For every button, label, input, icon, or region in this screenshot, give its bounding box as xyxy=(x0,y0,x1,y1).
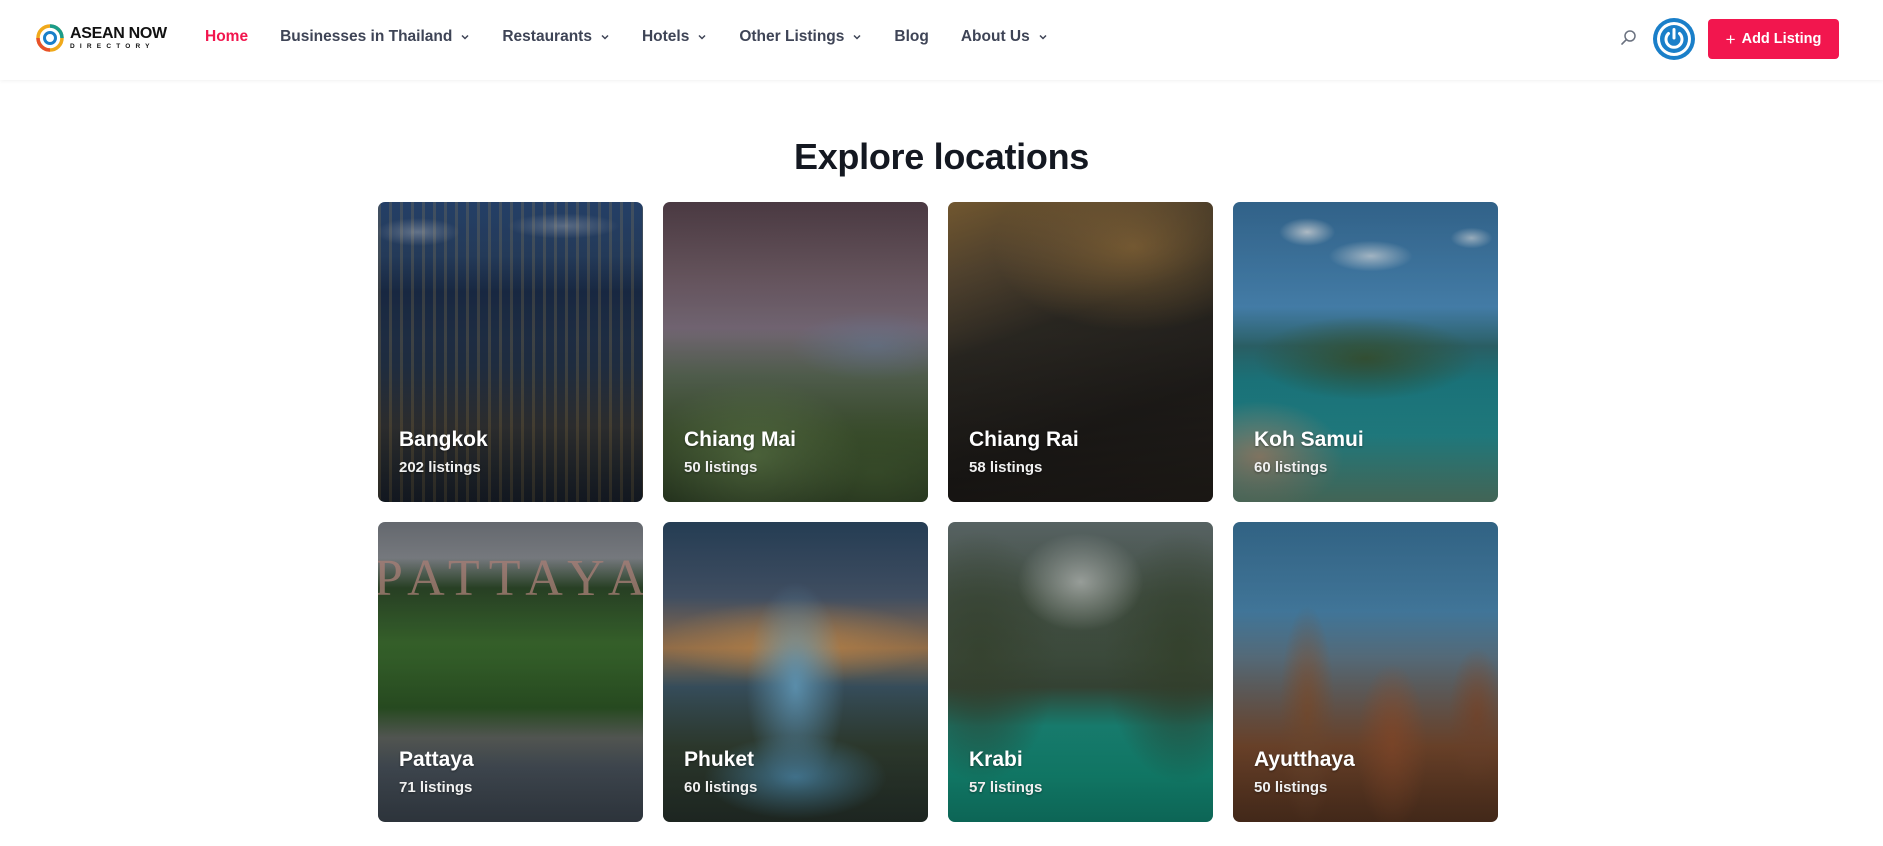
location-count: 60 listings xyxy=(684,779,758,796)
location-card-ayutthaya[interactable]: Ayutthaya 50 listings xyxy=(1233,522,1498,822)
image-overlay xyxy=(1233,522,1498,822)
nav-item-label: Home xyxy=(205,28,249,45)
site-logo[interactable]: ASEAN NOW DIRECTORY xyxy=(36,24,167,52)
location-card-krabi[interactable]: Krabi 57 listings xyxy=(948,522,1213,822)
nav-item-label: Other Listings xyxy=(739,28,845,45)
location-count: 50 listings xyxy=(684,459,758,476)
search-icon[interactable] xyxy=(1619,28,1639,48)
location-name: Krabi xyxy=(969,748,1023,771)
location-name: Koh Samui xyxy=(1254,428,1364,451)
image-overlay xyxy=(378,522,643,822)
image-overlay xyxy=(663,522,928,822)
location-name: Chiang Rai xyxy=(969,428,1079,451)
location-card-pattaya[interactable]: PATTAYA Pattaya 71 listings xyxy=(378,522,643,822)
nav-item-hotels[interactable]: Hotels xyxy=(642,28,707,46)
plus-icon: + xyxy=(1725,29,1736,49)
location-name: Pattaya xyxy=(399,748,474,771)
image-overlay xyxy=(1233,202,1498,502)
logo-swirl-icon xyxy=(36,24,64,52)
user-avatar[interactable] xyxy=(1653,18,1695,60)
location-count: 202 listings xyxy=(399,459,481,476)
location-name: Chiang Mai xyxy=(684,428,797,451)
location-count: 71 listings xyxy=(399,779,473,796)
chevron-down-icon xyxy=(1039,34,1047,40)
location-card-chiang-rai[interactable]: Chiang Rai 58 listings xyxy=(948,202,1213,502)
nav-item-label: About Us xyxy=(960,28,1030,45)
nav-item-about-us[interactable]: About Us xyxy=(961,28,1048,46)
nav-item-blog[interactable]: Blog xyxy=(894,28,928,46)
location-name: Bangkok xyxy=(399,428,488,451)
location-count: 57 listings xyxy=(969,779,1043,796)
location-name: Ayutthaya xyxy=(1254,748,1355,771)
image-overlay xyxy=(948,202,1213,502)
chevron-down-icon xyxy=(853,34,861,40)
add-listing-button[interactable]: + Add Listing xyxy=(1708,19,1839,59)
site-header: ASEAN NOW DIRECTORY Home Businesses in T… xyxy=(0,0,1883,80)
power-icon xyxy=(1657,22,1691,56)
logo-wordmark: ASEAN NOW DIRECTORY xyxy=(70,24,167,51)
location-count: 60 listings xyxy=(1254,459,1328,476)
chevron-down-icon xyxy=(601,34,609,40)
nav-item-restaurants[interactable]: Restaurants xyxy=(502,28,610,46)
location-card-phuket[interactable]: Phuket 60 listings xyxy=(663,522,928,822)
nav-item-home[interactable]: Home xyxy=(205,28,248,46)
location-count: 50 listings xyxy=(1254,779,1328,796)
image-overlay xyxy=(378,202,643,502)
add-listing-label: Add Listing xyxy=(1741,31,1822,47)
main-nav: Home Businesses in Thailand Restaurants … xyxy=(205,28,1080,46)
logo-line-2: DIRECTORY xyxy=(70,42,155,50)
nav-item-businesses[interactable]: Businesses in Thailand xyxy=(280,28,470,46)
section-title: Explore locations xyxy=(794,136,1089,177)
nav-item-label: Hotels xyxy=(641,28,690,45)
nav-item-other-listings[interactable]: Other Listings xyxy=(739,28,862,46)
location-count: 58 listings xyxy=(969,459,1043,476)
location-name: Phuket xyxy=(684,748,755,771)
location-card-bangkok[interactable]: Bangkok 202 listings xyxy=(378,202,643,502)
nav-item-label: Restaurants xyxy=(502,28,592,45)
image-overlay xyxy=(948,522,1213,822)
image-overlay xyxy=(663,202,928,502)
nav-item-label: Businesses in Thailand xyxy=(280,28,453,45)
logo-line-1: ASEAN NOW xyxy=(70,24,167,42)
chevron-down-icon xyxy=(698,34,706,40)
location-card-koh-samui[interactable]: Koh Samui 60 listings xyxy=(1233,202,1498,502)
location-card-chiang-mai[interactable]: Chiang Mai 50 listings xyxy=(663,202,928,502)
chevron-down-icon xyxy=(461,34,469,40)
locations-grid: Bangkok 202 listings Chiang Mai 50 listi… xyxy=(378,202,1499,822)
nav-item-label: Blog xyxy=(894,28,929,45)
